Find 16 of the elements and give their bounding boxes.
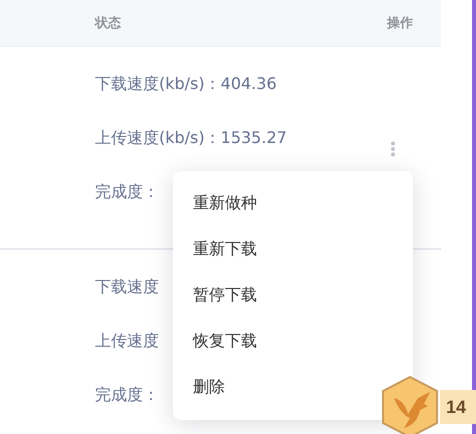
status-text: 下载速度 bbox=[95, 276, 159, 298]
more-icon[interactable] bbox=[390, 141, 396, 157]
menu-item[interactable]: 恢复下载 bbox=[193, 329, 257, 353]
status-text: 完成度： bbox=[95, 384, 159, 406]
menu-item[interactable]: 重新下载 bbox=[193, 237, 257, 261]
column-header: 状态 bbox=[95, 15, 121, 32]
status-text: 上传速度(kb/s)：1535.27 bbox=[95, 127, 287, 149]
menu-item[interactable]: 暂停下载 bbox=[193, 283, 257, 307]
bird-icon[interactable] bbox=[380, 376, 440, 434]
status-text: 下载速度(kb/s)：404.36 bbox=[95, 73, 277, 95]
status-text: 完成度： bbox=[95, 181, 159, 203]
menu-item[interactable]: 重新做种 bbox=[193, 191, 257, 215]
menu-item[interactable]: 删除 bbox=[193, 375, 225, 399]
column-header: 操作 bbox=[387, 15, 413, 32]
floating-badge[interactable]: 14 bbox=[440, 390, 476, 424]
status-text: 上传速度 bbox=[95, 330, 159, 352]
